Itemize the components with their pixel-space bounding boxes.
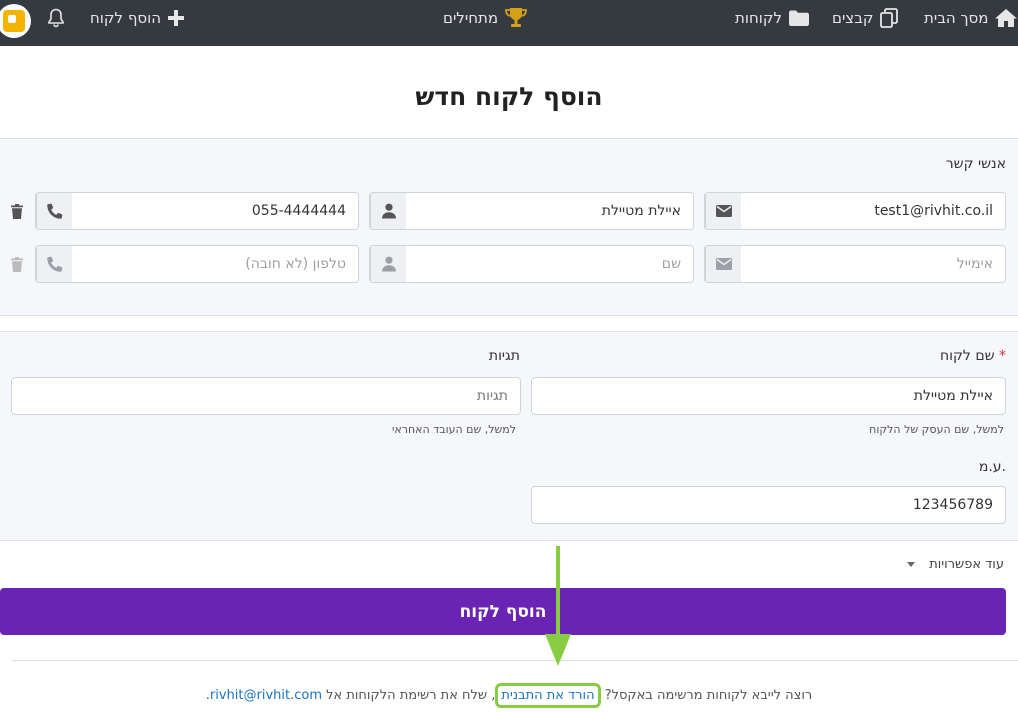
footer-text-before: רוצה לייבא לקוחות מרשימה באקסל?	[600, 688, 813, 703]
contact-email-input[interactable]	[741, 193, 1005, 229]
plus-icon	[168, 10, 185, 26]
page-title: הוסף לקוח חדש	[415, 82, 603, 111]
contact-email-field	[704, 245, 1006, 283]
nav-home[interactable]: מסך הבית	[918, 0, 1018, 36]
nav-files[interactable]: קבצים	[826, 0, 898, 36]
vat-input[interactable]	[531, 486, 1006, 524]
phone-icon	[46, 256, 62, 272]
user-icon	[381, 203, 396, 219]
import-footer: רוצה לייבא לקוחות מרשימה באקסל? הורד את …	[0, 683, 1018, 708]
name-field-addon	[370, 193, 406, 229]
phone-field-addon	[36, 193, 72, 229]
bell-icon	[48, 8, 64, 28]
top-navbar: הוסף לקוח מתחילים לקוחות קבצים מסך הבית	[0, 0, 1018, 46]
contact-phone-field	[35, 245, 359, 283]
nav-customers[interactable]: לקוחות	[729, 0, 810, 36]
more-options-toggle[interactable]: עוד אפשרויות	[907, 557, 1004, 572]
annotation-arrow	[545, 546, 571, 666]
nav-add-customer-label: הוסף לקוח	[90, 9, 162, 27]
home-icon	[995, 9, 1018, 27]
required-mark: *	[999, 348, 1006, 364]
copy-icon	[879, 8, 898, 28]
email-field-addon	[705, 246, 741, 282]
footer-text-middle: , שלח את רשימת הלקוחות אל	[322, 688, 496, 703]
contact-email-field	[704, 192, 1006, 230]
delete-contact-button[interactable]	[9, 202, 25, 220]
nav-beginners[interactable]: מתחילים	[437, 0, 528, 36]
trophy-icon	[505, 8, 527, 27]
contact-phone-input[interactable]	[72, 193, 358, 229]
tags-input[interactable]	[11, 377, 521, 415]
customer-name-hint: למשל, שם העסק של הלקוח	[869, 423, 1004, 436]
add-customer-submit-button[interactable]: הוסף לקוח	[0, 588, 1006, 635]
user-icon	[381, 256, 396, 272]
nav-customers-label: לקוחות	[735, 9, 782, 27]
nav-home-label: מסך הבית	[924, 9, 989, 27]
email-field-addon	[705, 193, 741, 229]
contact-name-input[interactable]	[406, 246, 693, 282]
download-template-link[interactable]: הורד את התבנית	[501, 688, 594, 703]
contacts-label: אנשי קשר	[945, 156, 1006, 172]
contact-name-field	[369, 192, 694, 230]
more-options-label: עוד אפשרויות	[929, 557, 1004, 572]
customer-name-label-text: שם לקוח	[940, 348, 995, 364]
contact-name-field	[369, 245, 694, 283]
contact-name-input[interactable]	[406, 193, 693, 229]
contact-phone-input[interactable]	[72, 246, 358, 282]
phone-field-addon	[36, 246, 72, 282]
app-logo[interactable]	[0, 4, 31, 38]
divider	[12, 660, 1018, 661]
folder-icon	[789, 10, 809, 26]
name-field-addon	[370, 246, 406, 282]
nav-beginners-label: מתחילים	[443, 9, 499, 27]
nav-add-customer[interactable]: הוסף לקוח	[84, 0, 185, 36]
tags-label: תגיות	[488, 348, 520, 364]
delete-contact-button[interactable]	[9, 255, 25, 273]
phone-icon	[46, 203, 62, 219]
customer-details-section: שם לקוח * תגיות למשל, שם העסק של הלקוח ל…	[0, 331, 1018, 541]
logo-mark	[3, 10, 25, 32]
trash-icon	[11, 257, 23, 272]
tags-hint: למשל, שם העובד האחראי	[391, 423, 516, 436]
support-email-link[interactable]: rivhit@rivhit.com	[210, 688, 322, 703]
contacts-section: אנשי קשר	[0, 138, 1018, 316]
caret-down-icon	[907, 562, 916, 567]
contact-email-input[interactable]	[741, 246, 1005, 282]
customer-name-label: שם לקוח *	[940, 348, 1006, 364]
template-link-highlight: הורד את התבנית	[495, 683, 601, 708]
envelope-icon	[715, 205, 732, 217]
contact-phone-field	[35, 192, 359, 230]
envelope-icon	[715, 258, 732, 270]
trash-icon	[11, 204, 23, 219]
customer-name-input[interactable]	[531, 377, 1006, 415]
nav-files-label: קבצים	[832, 9, 874, 27]
vat-label: ע.מ.	[978, 459, 1006, 475]
notifications-button[interactable]	[47, 0, 65, 36]
